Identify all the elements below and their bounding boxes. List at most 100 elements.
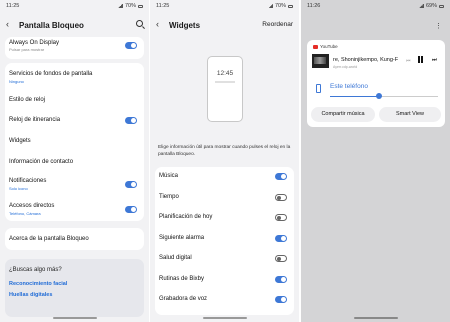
setting-sub: Teléfono, Cámara	[9, 211, 41, 216]
track-artist: Ayerr.cdp-world	[333, 65, 358, 69]
preview-widget-bar	[215, 81, 235, 83]
status-time: 11:25	[6, 3, 20, 9]
setting-label: Reloj de itinerancia	[9, 117, 61, 123]
setting-contact-info[interactable]: Información de contacto	[9, 159, 140, 169]
next-alarm-toggle[interactable]	[275, 235, 287, 242]
signal-icon	[418, 4, 424, 8]
widget-label: Rutinas de Bixby	[159, 276, 205, 282]
widget-row-weather[interactable]: Tiempo	[159, 194, 290, 204]
smart-view-button[interactable]: Smart View	[379, 107, 441, 122]
previous-icon[interactable]: ⏮	[406, 58, 411, 64]
lock-screen-settings-panel: 11:25 70% ‹ Pantalla Bloqueo Always On D…	[0, 0, 149, 322]
always-on-toggle[interactable]	[125, 42, 137, 49]
setting-widgets[interactable]: Widgets	[9, 138, 140, 148]
battery-percent: 70%	[124, 3, 136, 9]
back-icon[interactable]: ‹	[6, 19, 9, 29]
reorder-button[interactable]: Reordenar	[262, 21, 293, 28]
link-fingerprints[interactable]: Huellas digitales	[9, 292, 52, 298]
setting-label: Estilo de reloj	[9, 97, 46, 103]
setting-label: Acerca de la pantalla Bloqueo	[9, 236, 89, 242]
status-bar: 11:25 70%	[150, 2, 299, 12]
widgets-description: Elige información útil para mostrar cuan…	[158, 145, 291, 157]
setting-label: Always On Display	[9, 40, 60, 46]
setting-clock-style[interactable]: Estilo de reloj	[9, 97, 140, 107]
setting-always-on-display[interactable]: Always On Display Pulsar para mostrar	[9, 40, 140, 56]
setting-sub: Ninguno	[9, 79, 24, 84]
output-device-name: Este teléfono	[330, 83, 368, 90]
voice-recorder-toggle[interactable]	[275, 296, 287, 303]
setting-label: Widgets	[9, 138, 31, 144]
setting-label: Servicios de fondos de pantalla	[9, 71, 93, 77]
lock-screen-preview: 12:45	[207, 56, 243, 122]
media-output-panel: 11:26 69% ⋮ YouTube re, Shoninjikempo, K…	[301, 0, 450, 322]
share-music-button[interactable]: Compartir música	[311, 107, 375, 122]
more-options-icon[interactable]: ⋮	[435, 22, 442, 30]
volume-fill	[330, 96, 379, 97]
setting-wallpaper-services[interactable]: Servicios de fondos de pantalla Ninguno	[9, 71, 140, 87]
bixby-routines-toggle[interactable]	[275, 276, 287, 283]
page-title: Pantalla Bloqueo	[19, 21, 84, 30]
track-title: re, Shoninjikempo, Kung-F	[333, 57, 399, 63]
battery-percent: 70%	[274, 3, 286, 9]
setting-about-lock-screen[interactable]: Acerca de la pantalla Bloqueo	[9, 236, 140, 246]
signal-icon	[267, 4, 273, 8]
volume-slider[interactable]	[330, 93, 438, 99]
battery-percent: 69%	[425, 3, 437, 9]
settings-card-main: Servicios de fondos de pantalla Ninguno …	[5, 63, 144, 221]
setting-roaming-clock[interactable]: Reloj de itinerancia	[9, 117, 140, 127]
album-art	[312, 54, 329, 68]
setting-sub: Pulsar para mostrar	[9, 47, 45, 52]
preview-clock: 12:45	[216, 70, 234, 77]
setting-sub: Solo icono	[9, 186, 28, 191]
app-header: ‹ Pantalla Bloqueo	[0, 17, 149, 33]
widget-label: Música	[159, 173, 179, 179]
pause-icon[interactable]	[418, 56, 420, 63]
battery-icon	[138, 4, 143, 8]
settings-card-top: Always On Display Pulsar para mostrar	[5, 37, 144, 59]
page-title: Widgets	[169, 21, 201, 30]
signal-icon	[117, 4, 123, 8]
widget-label: Grabadora de voz	[159, 296, 208, 302]
setting-label: Información de contacto	[9, 159, 74, 165]
nav-handle[interactable]	[52, 317, 97, 319]
screenshot-collage: 11:25 70% ‹ Pantalla Bloqueo Always On D…	[0, 0, 450, 322]
roaming-clock-toggle[interactable]	[125, 117, 137, 124]
setting-shortcuts[interactable]: Accesos directos Teléfono, Cámara	[9, 203, 140, 219]
battery-icon	[288, 4, 293, 8]
widget-row-voice-recorder[interactable]: Grabadora de voz	[159, 296, 290, 306]
shortcuts-toggle[interactable]	[125, 206, 137, 213]
app-header: ‹ Widgets Reordenar	[150, 17, 299, 33]
back-icon[interactable]: ‹	[156, 19, 159, 29]
widget-row-music[interactable]: Música	[159, 173, 290, 183]
digital-wellbeing-toggle[interactable]	[275, 255, 287, 262]
volume-knob[interactable]	[375, 93, 382, 99]
today-schedule-toggle[interactable]	[275, 214, 287, 221]
media-card: YouTube re, Shoninjikempo, Kung-F Ayerr.…	[307, 40, 445, 127]
phone-icon	[316, 84, 321, 93]
status-bar: 11:25 70%	[0, 2, 149, 12]
nav-handle[interactable]	[202, 317, 247, 319]
music-toggle[interactable]	[275, 173, 287, 180]
setting-label: Accesos directos	[9, 203, 55, 209]
widget-row-next-alarm[interactable]: Siguiente alarma	[159, 235, 290, 245]
next-icon[interactable]: ⏭	[432, 57, 437, 64]
notifications-toggle[interactable]	[125, 181, 137, 188]
weather-toggle[interactable]	[275, 194, 287, 201]
suggestions-card: ¿Buscas algo más? Reconocimiento facial …	[5, 259, 144, 317]
media-app-name: YouTube	[320, 44, 338, 49]
widgets-panel: 11:25 70% ‹ Widgets Reordenar 12:45 Elig…	[150, 0, 299, 322]
widget-list-card: Música Tiempo Planificación de hoy Sigui…	[155, 167, 294, 315]
status-time: 11:25	[156, 3, 170, 9]
widget-row-today-schedule[interactable]: Planificación de hoy	[159, 214, 290, 224]
widget-label: Salud digital	[159, 255, 192, 261]
setting-notifications[interactable]: Notificaciones Solo icono	[9, 178, 140, 194]
widget-label: Siguiente alarma	[159, 235, 205, 241]
search-icon[interactable]	[136, 20, 143, 27]
widget-row-bixby-routines[interactable]: Rutinas de Bixby	[159, 276, 290, 286]
battery-icon	[439, 4, 444, 8]
settings-card-about: Acerca de la pantalla Bloqueo	[5, 228, 144, 250]
link-face-recognition[interactable]: Reconocimiento facial	[9, 281, 67, 287]
status-bar: 11:26 69%	[301, 2, 450, 12]
nav-handle[interactable]	[353, 317, 398, 319]
widget-row-digital-wellbeing[interactable]: Salud digital	[159, 255, 290, 265]
